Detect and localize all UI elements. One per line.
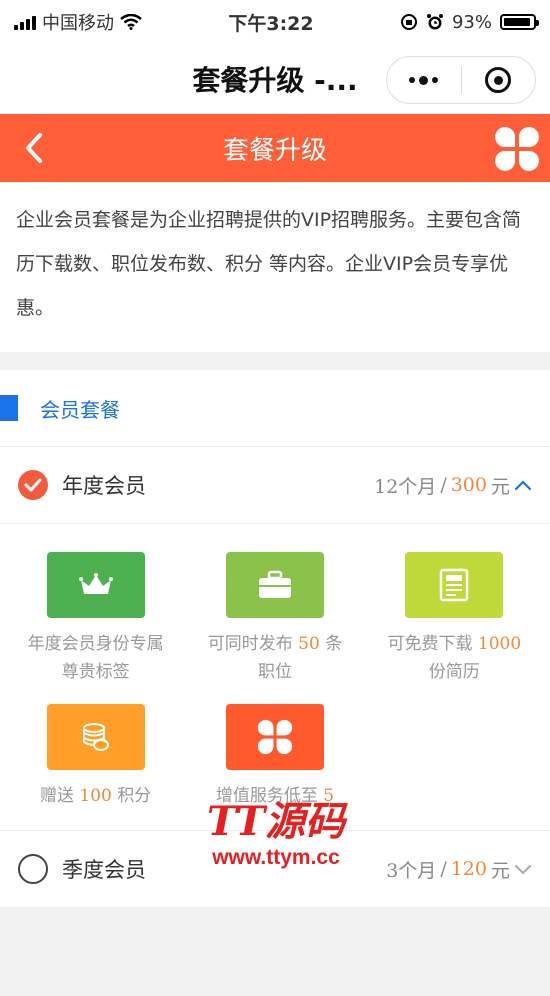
benefit-number: 50	[298, 634, 320, 654]
battery-percent: 93%	[451, 11, 492, 33]
radio-unchecked-icon[interactable]	[18, 854, 48, 884]
benefit-desc: 可免费下载	[387, 634, 478, 654]
benefit-item: 增值服务低至 5	[185, 704, 364, 810]
header-title: 套餐升级	[222, 135, 327, 166]
lock-rotation-icon	[400, 14, 417, 30]
intro-text: 企业会员套餐是为企业招聘提供的VIP招聘服务。主要包含简历下载数、职位发布数、积…	[0, 182, 550, 352]
wifi-icon	[120, 14, 142, 30]
benefit-text: 赠送 100 积分	[21, 782, 171, 810]
nav-bar: 套餐升级 -...	[0, 44, 550, 114]
radio-checked-icon[interactable]	[18, 470, 48, 500]
price-slash: /	[440, 858, 447, 880]
benefit-item: 年度会员身份专属尊贵标签	[6, 552, 185, 686]
plan-price: 3个月 / 120 元	[386, 856, 532, 883]
benefit-desc: 可同时发布	[207, 634, 299, 654]
plan-name: 季度会员	[62, 858, 146, 882]
benefit-desc: 赠送	[40, 786, 80, 806]
benefit-item: 赠送 100 积分	[6, 704, 185, 810]
benefit-desc: 年度会员身份专属尊贵标签	[27, 634, 164, 682]
price-unit: 元	[490, 475, 510, 498]
plan-duration: 12个月	[374, 475, 437, 498]
section-header: 会员套餐	[0, 370, 550, 447]
capsule-menu	[386, 56, 536, 104]
plan-name: 年度会员	[62, 474, 146, 498]
benefit-text: 可同时发布 50 条职位	[200, 630, 350, 686]
benefit-text: 可免费下载 1000 份简历	[379, 630, 529, 686]
app-header: 套餐升级	[0, 114, 550, 182]
carrier-label: 中国移动	[42, 13, 114, 34]
document-icon	[440, 568, 469, 602]
benefits-grid: 年度会员身份专属尊贵标签 可同时发布 50 条职位 可免费下载 1000份简历 …	[0, 524, 550, 831]
crown-icon	[78, 573, 113, 594]
benefit-item: 可同时发布 50 条职位	[185, 552, 364, 686]
status-bar: 中国移动 下午3:22 93%	[0, 0, 550, 44]
apps-icon	[257, 719, 293, 755]
signal-icon	[14, 14, 36, 30]
battery-icon	[500, 14, 539, 30]
benefit-text: 年度会员身份专属尊贵标签	[21, 630, 171, 686]
document-icon-tile	[405, 552, 504, 618]
watermark-logo: TT源码	[206, 798, 346, 845]
benefit-desc: 积分	[111, 786, 152, 806]
chevron-up-icon[interactable]	[514, 479, 532, 491]
benefit-number: 100	[79, 786, 112, 806]
close-miniprogram-button[interactable]	[462, 57, 536, 103]
section-marker	[0, 395, 18, 421]
coins-icon	[82, 723, 109, 751]
briefcase-icon-tile	[225, 552, 324, 618]
plan-annual[interactable]: 年度会员 12个月 / 300 元	[0, 447, 550, 524]
plan-price-value: 120	[450, 858, 487, 880]
check-icon	[24, 478, 42, 492]
more-button[interactable]	[387, 57, 461, 103]
benefit-desc: 份简历	[428, 662, 480, 682]
menu-button[interactable]	[494, 126, 540, 172]
chevron-left-icon	[26, 133, 42, 163]
apps-icon-tile	[225, 704, 324, 770]
page-title: 套餐升级 -...	[192, 64, 358, 97]
target-icon	[485, 67, 512, 93]
briefcase-icon	[258, 570, 291, 598]
price-unit: 元	[490, 859, 510, 882]
plan-price-value: 300	[450, 474, 487, 496]
plan-price: 12个月 / 300 元	[374, 472, 532, 499]
benefit-item: 可免费下载 1000 份简历	[365, 552, 544, 686]
coins-icon-tile	[46, 704, 145, 770]
section-title: 会员套餐	[40, 397, 120, 422]
alarm-icon	[426, 14, 443, 30]
watermark-url: www.ttym.cc	[212, 846, 340, 869]
clover-menu-icon	[495, 127, 539, 171]
crown-icon-tile	[46, 552, 145, 618]
watermark: TT源码 www.ttym.cc	[196, 800, 356, 870]
benefit-number: 1000	[477, 634, 522, 654]
price-slash: /	[440, 474, 447, 496]
plan-duration: 3个月	[386, 859, 437, 882]
clock-time: 下午3:22	[228, 12, 314, 35]
chevron-down-icon[interactable]	[514, 863, 532, 875]
back-button[interactable]	[14, 128, 54, 168]
more-dots-icon	[409, 75, 439, 85]
